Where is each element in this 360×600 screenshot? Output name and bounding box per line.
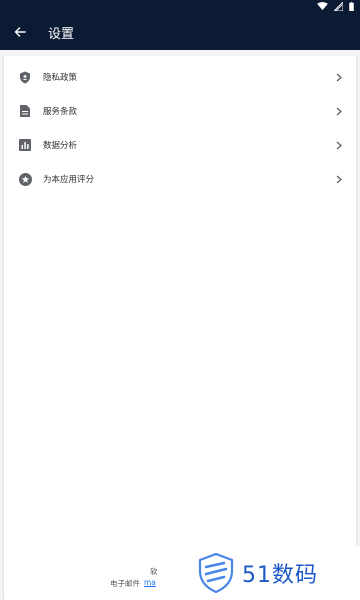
- menu-item-label: 服务条款: [43, 107, 78, 117]
- email-label: 电子邮件: [110, 579, 140, 588]
- menu-item-terms-of-service[interactable]: 服务条款: [4, 94, 356, 128]
- watermark: 51数码: [160, 546, 360, 600]
- battery-icon: [349, 2, 354, 11]
- shield-icon: [18, 70, 32, 84]
- bar-chart-icon: [18, 138, 32, 152]
- menu-item-label: 为本应用评分: [43, 175, 95, 185]
- email-row: 电子邮件 ma: [110, 578, 156, 589]
- chevron-right-icon: [334, 72, 344, 82]
- content-area: 隐私政策 服务条款 数据分析 为本应用评分: [0, 50, 360, 600]
- watermark-text: 51数码: [242, 563, 318, 588]
- chevron-right-icon: [334, 140, 344, 150]
- settings-card: 隐私政策 服务条款 数据分析 为本应用评分: [4, 56, 356, 600]
- menu-item-privacy-policy[interactable]: 隐私政策: [4, 60, 356, 94]
- arrow-back-icon: [14, 27, 26, 37]
- page-title: 设置: [48, 26, 75, 42]
- menu-item-rate-app[interactable]: 为本应用评分: [4, 162, 356, 196]
- software-info-text: 软: [150, 567, 158, 576]
- signal-icon: [334, 2, 343, 11]
- menu-item-data-analytics[interactable]: 数据分析: [4, 128, 356, 162]
- app-bar: 设置: [0, 14, 360, 50]
- status-bar: [0, 0, 360, 14]
- chevron-right-icon: [334, 106, 344, 116]
- star-circle-icon: [18, 172, 32, 186]
- menu-item-label: 数据分析: [43, 141, 78, 151]
- back-button[interactable]: [0, 14, 40, 50]
- shield-logo-icon: [198, 553, 234, 593]
- chevron-right-icon: [334, 174, 344, 184]
- menu-item-label: 隐私政策: [43, 73, 78, 83]
- settings-menu: 隐私政策 服务条款 数据分析 为本应用评分: [4, 60, 356, 196]
- wifi-icon: [317, 2, 328, 11]
- email-link[interactable]: ma: [144, 578, 156, 589]
- document-icon: [18, 104, 32, 118]
